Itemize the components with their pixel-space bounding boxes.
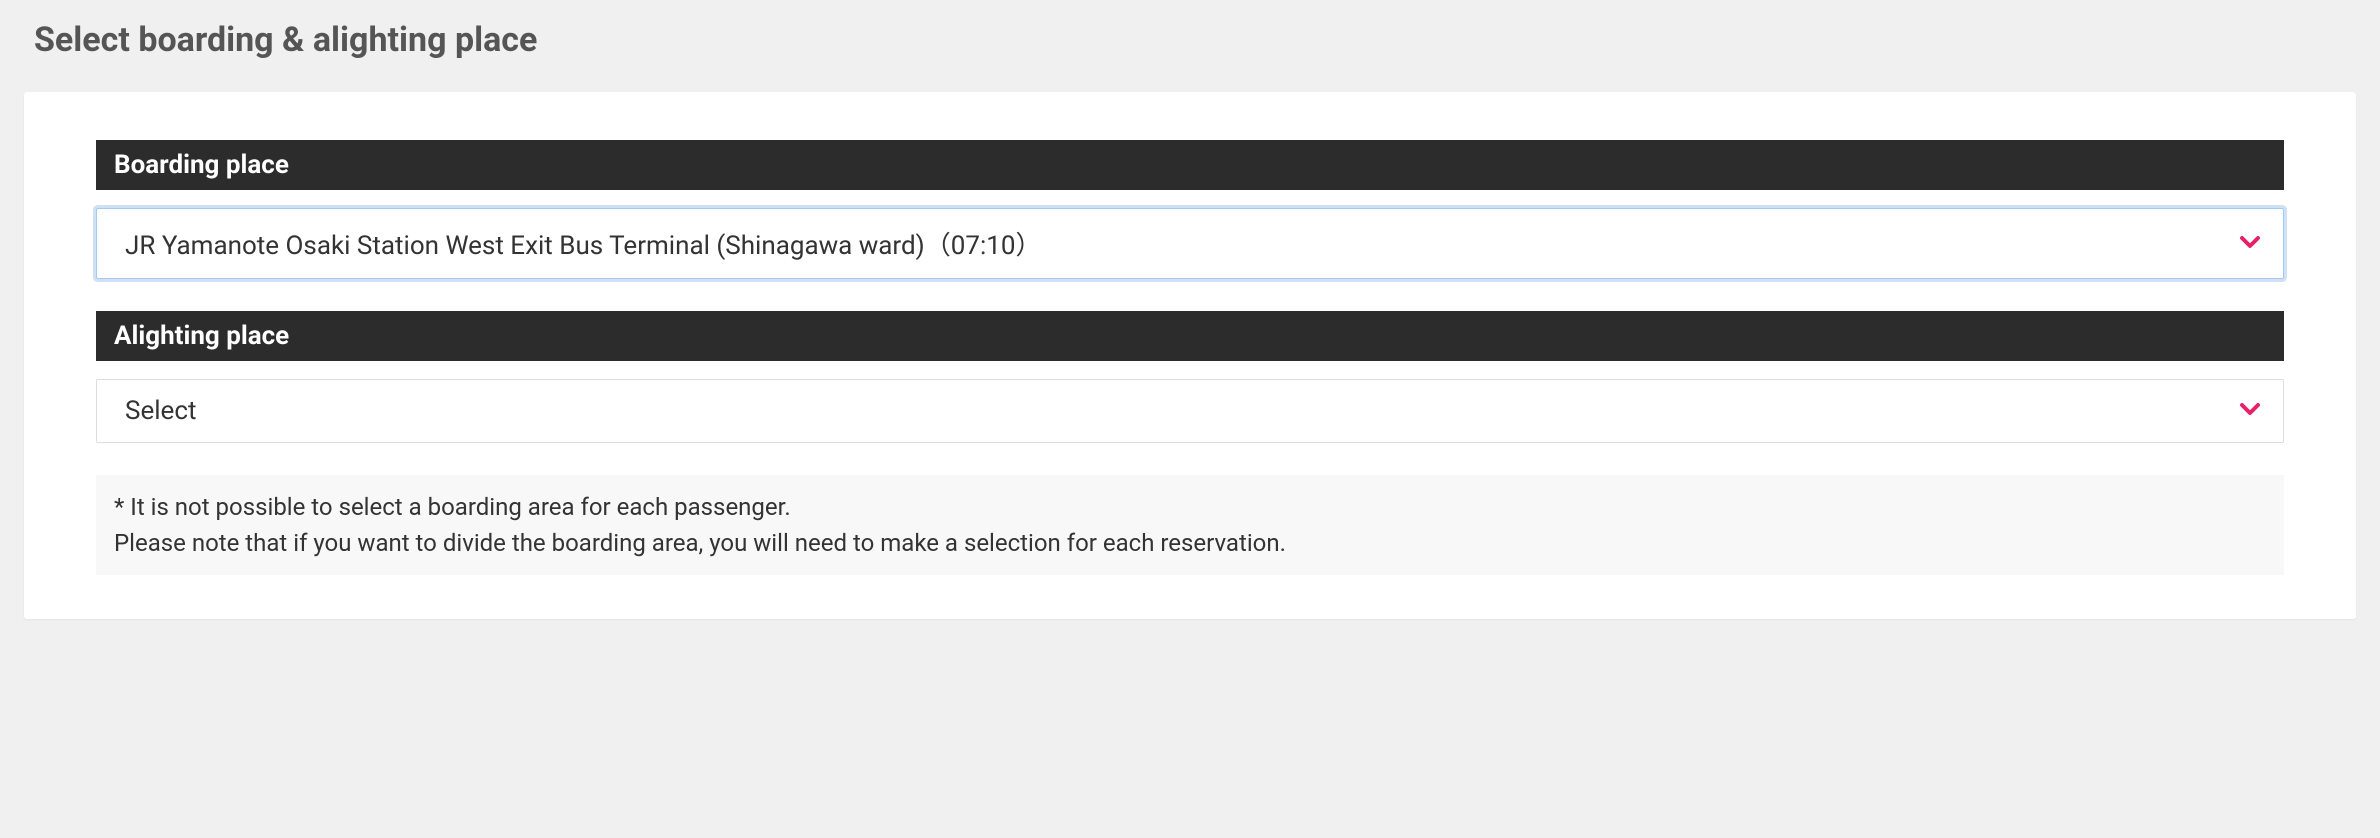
alighting-select-wrapper: Select — [96, 379, 2284, 443]
page-title: Select boarding & alighting place — [34, 20, 2356, 60]
boarding-place-select[interactable]: JR Yamanote Osaki Station West Exit Bus … — [96, 208, 2284, 279]
boarding-section-header: Boarding place — [96, 140, 2284, 190]
note-box: * It is not possible to select a boardin… — [96, 475, 2284, 575]
selection-card: Boarding place JR Yamanote Osaki Station… — [24, 92, 2356, 619]
boarding-select-wrapper: JR Yamanote Osaki Station West Exit Bus … — [96, 208, 2284, 279]
alighting-place-select[interactable]: Select — [96, 379, 2284, 443]
note-line-1: * It is not possible to select a boardin… — [114, 489, 2266, 525]
note-line-2: Please note that if you want to divide t… — [114, 525, 2266, 561]
alighting-section-header: Alighting place — [96, 311, 2284, 361]
